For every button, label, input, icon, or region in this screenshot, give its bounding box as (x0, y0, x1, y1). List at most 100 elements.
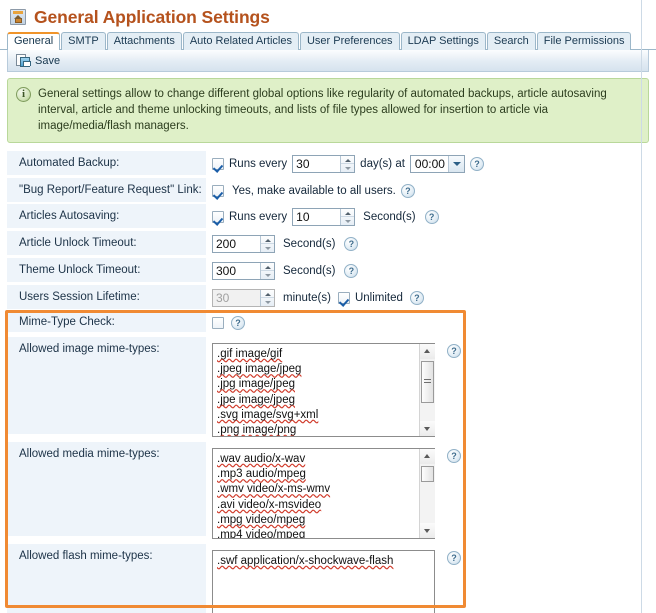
info-icon: i (16, 87, 31, 102)
theme-unlock-timeout-unit-label: Second(s) (283, 265, 336, 277)
automated-backup-checkbox[interactable] (212, 158, 224, 170)
users-session-lifetime-stepper[interactable] (212, 289, 275, 307)
help-icon-bug-report-link[interactable]: ? (400, 183, 415, 198)
mime-type-check-checkbox[interactable] (212, 317, 224, 329)
help-icon-article-unlock-timeout[interactable]: ? (344, 237, 359, 251)
allowed-media-mime-types-textarea[interactable]: .wav audio/x-wav .mp3 audio/mpeg .wmv vi… (212, 448, 435, 539)
row-users-session-lifetime: Users Session Lifetime: minute(s) Unlimi… (7, 285, 649, 312)
label-allowed-flash-mime-types: Allowed flash mime-types: (7, 544, 207, 613)
articles-autosaving-unit-label: Second(s) (363, 211, 416, 223)
label-allowed-image-mime-types: Allowed image mime-types: (7, 337, 207, 435)
row-articles-autosaving: Articles Autosaving: Runs every Second(s… (7, 204, 649, 231)
scrollbar-track[interactable] (419, 464, 435, 523)
help-icon-automated-backup[interactable]: ? (469, 157, 484, 171)
label-article-unlock-timeout: Article Unlock Timeout: (7, 231, 207, 256)
allowed-image-mime-types-textarea[interactable]: .gif image/gif .jpeg image/jpeg .jpg ima… (212, 343, 435, 437)
allowed-flash-mime-types-textarea[interactable]: .swf application/x-shockwave-flash (212, 550, 435, 613)
article-unlock-timeout-input[interactable] (213, 236, 260, 252)
theme-unlock-timeout-input[interactable] (213, 263, 260, 279)
users-session-lifetime-unit-label: minute(s) (283, 292, 331, 304)
articles-autosaving-seconds-stepper[interactable] (292, 208, 356, 226)
chevron-down-icon[interactable] (447, 156, 464, 172)
label-theme-unlock-timeout: Theme Unlock Timeout: (7, 258, 207, 283)
automated-backup-unit-label: day(s) at (360, 158, 405, 170)
label-automated-backup: Automated Backup: (7, 151, 207, 176)
row-theme-unlock-timeout: Theme Unlock Timeout: Second(s) ? (7, 258, 649, 285)
bug-report-link-checkbox[interactable] (212, 184, 224, 197)
mime-line: .png image/png (217, 424, 297, 436)
scroll-up-icon[interactable] (419, 344, 435, 359)
row-allowed-flash-mime-types: Allowed flash mime-types: .swf applicati… (7, 544, 649, 613)
tab-bar: General SMTP Attachments Auto Related Ar… (0, 32, 656, 50)
users-session-lifetime-input (213, 290, 260, 306)
article-unlock-timeout-unit-label: Second(s) (283, 238, 336, 250)
unlimited-checkbox[interactable] (337, 292, 350, 304)
mime-line: .jpeg image/jpeg (217, 363, 302, 376)
label-allowed-media-mime-types: Allowed media mime-types: (7, 442, 207, 537)
scrollbar-thumb[interactable] (420, 466, 434, 482)
mime-line: .avi video/x-msvideo (217, 498, 322, 511)
help-icon-allowed-flash-mime-types[interactable]: ? (447, 551, 461, 565)
help-icon-theme-unlock-timeout[interactable]: ? (344, 264, 359, 278)
tab-attachments[interactable]: Attachments (106, 32, 182, 50)
article-unlock-timeout-stepper[interactable] (212, 235, 275, 253)
home-building-icon (10, 9, 26, 25)
tab-auto-related-articles[interactable]: Auto Related Articles (182, 32, 299, 50)
help-icon-allowed-image-mime-types[interactable]: ? (447, 344, 461, 358)
automated-backup-time-select[interactable]: 00:00 (409, 155, 465, 173)
info-message-bar: i General settings allow to change diffe… (7, 78, 649, 143)
allowed-image-mime-types-scrollbar[interactable] (419, 344, 435, 436)
help-icon-allowed-media-mime-types[interactable]: ? (447, 449, 461, 463)
tab-user-preferences[interactable]: User Preferences (299, 32, 400, 50)
help-icon-articles-autosaving[interactable]: ? (424, 210, 439, 224)
automated-backup-runs-every-label: Runs every (229, 158, 288, 170)
mime-line: .mp3 audio/mpeg (217, 468, 306, 481)
allowed-flash-mime-types-content[interactable]: .swf application/x-shockwave-flash (213, 551, 434, 613)
articles-autosaving-seconds-input[interactable] (293, 209, 341, 225)
settings-form: Automated Backup: Runs every day(s) at 0… (7, 151, 649, 613)
tab-file-permissions[interactable]: File Permissions (536, 32, 632, 50)
scroll-down-icon[interactable] (419, 523, 435, 538)
allowed-image-mime-types-content[interactable]: .gif image/gif .jpeg image/jpeg .jpg ima… (213, 344, 419, 436)
allowed-media-mime-types-scrollbar[interactable] (419, 449, 435, 538)
mime-line: .wav audio/x-wav (217, 453, 306, 465)
label-users-session-lifetime: Users Session Lifetime: (7, 285, 207, 310)
scroll-up-icon[interactable] (419, 449, 435, 464)
mime-line: .jpe image/jpeg (217, 393, 295, 406)
allowed-media-mime-types-content[interactable]: .wav audio/x-wav .mp3 audio/mpeg .wmv vi… (213, 449, 419, 538)
save-button[interactable]: Save (14, 53, 65, 69)
automated-backup-days-input[interactable] (293, 156, 341, 172)
theme-unlock-timeout-stepper[interactable] (212, 262, 275, 280)
page-title: General Application Settings (34, 6, 270, 27)
automated-backup-time-value: 00:00 (414, 157, 445, 171)
mime-line: .mpg video/mpeg (217, 513, 306, 526)
mime-line: .swf application/x-shockwave-flash (217, 555, 394, 567)
row-automated-backup: Automated Backup: Runs every day(s) at 0… (7, 151, 649, 178)
help-icon-mime-type-check[interactable]: ? (231, 316, 245, 330)
tab-search[interactable]: Search (486, 32, 536, 50)
tab-smtp[interactable]: SMTP (61, 32, 106, 50)
tab-general[interactable]: General (7, 32, 61, 50)
automated-backup-days-stepper[interactable] (292, 155, 356, 173)
articles-autosaving-runs-every-label: Runs every (229, 211, 288, 223)
bug-report-link-text: Yes, make available to all users. (232, 184, 396, 197)
articles-autosaving-checkbox[interactable] (212, 211, 224, 223)
label-bug-report-link: "Bug Report/Feature Request" Link: (7, 178, 207, 203)
scrollbar-track[interactable] (419, 359, 435, 421)
row-article-unlock-timeout: Article Unlock Timeout: Second(s) ? (7, 231, 649, 258)
toolbar: Save (7, 50, 649, 72)
unlimited-label: Unlimited (354, 292, 403, 304)
row-bug-report-link: "Bug Report/Feature Request" Link: Yes, … (7, 178, 649, 204)
mime-line: .gif image/gif (217, 348, 283, 360)
mime-line: .svg image/svg+xml (217, 408, 319, 421)
application-window: General Application Settings General SMT… (0, 0, 656, 613)
scrollbar-thumb[interactable] (420, 361, 434, 403)
label-articles-autosaving: Articles Autosaving: (7, 204, 207, 229)
page-header: General Application Settings (0, 0, 656, 32)
row-mime-type-check: Mime-Type Check: ? (7, 312, 649, 337)
mime-line: .jpg image/jpeg (217, 378, 295, 391)
scroll-down-icon[interactable] (419, 421, 435, 436)
help-icon-users-session-lifetime[interactable]: ? (409, 291, 424, 305)
save-button-label: Save (35, 54, 61, 67)
tab-ldap-settings[interactable]: LDAP Settings (400, 32, 486, 50)
